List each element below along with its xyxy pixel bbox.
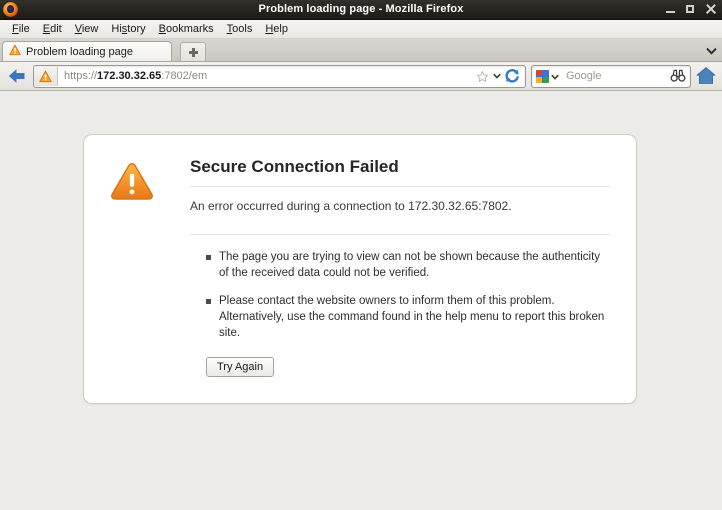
menu-item-file-label-rest: ile [19,23,30,35]
menu-item-tools[interactable]: Tools [221,21,260,37]
home-icon [696,66,716,85]
close-icon[interactable] [705,4,716,15]
menu-item-edit-label-rest: dit [50,23,62,35]
url-path: :7802/em [161,70,207,82]
list-item: Please contact the website owners to inf… [206,293,610,341]
menu-item-file[interactable]: File [6,21,37,37]
back-arrow-icon [7,67,27,85]
tab-strip: Problem loading page [0,39,722,62]
navigation-toolbar: https://172.30.32.65:7802/em [0,62,722,91]
chevron-down-icon [706,47,717,55]
url-scheme: https:// [64,70,97,82]
maximize-icon[interactable] [685,4,696,15]
menu-item-view[interactable]: View [69,21,106,37]
menu-bar: File Edit View History Bookmarks Tools H… [0,20,722,39]
divider-top [190,186,610,187]
plus-icon [189,48,198,57]
binoculars-icon[interactable] [670,69,686,83]
list-item: The page you are trying to view can not … [206,249,610,281]
warning-triangle-icon [9,43,21,61]
search-bar[interactable]: Google [531,65,691,88]
star-icon[interactable] [476,70,489,83]
try-again-button[interactable]: Try Again [206,357,274,377]
error-subtitle: An error occurred during a connection to… [190,198,610,214]
error-card: Secure Connection Failed An error occurr… [83,134,637,404]
menu-item-history[interactable]: History [105,21,152,37]
menu-item-help[interactable]: Help [259,21,295,37]
firefox-window: Problem loading page - Mozilla Firefox F… [0,0,722,510]
chevron-down-icon [551,67,559,85]
all-tabs-button[interactable] [700,40,722,61]
new-tab-button[interactable] [180,42,206,61]
google-icon [536,70,549,83]
search-input[interactable]: Google [562,70,670,82]
tab-problem-loading-page[interactable]: Problem loading page [2,41,172,61]
menu-item-bookmarks[interactable]: Bookmarks [153,21,221,37]
home-button[interactable] [696,66,716,86]
url-input[interactable]: https://172.30.32.65:7802/em [58,70,476,82]
page-content: Secure Connection Failed An error occurr… [0,91,722,510]
warning-triangle-icon [39,70,52,83]
back-button[interactable] [6,65,28,87]
menu-item-view-label-rest: iew [82,23,99,35]
window-title: Problem loading page - Mozilla Firefox [0,0,722,19]
site-identity-button[interactable] [34,67,58,86]
divider-bottom [190,234,610,235]
menu-item-edit[interactable]: Edit [37,21,69,37]
firefox-logo-icon [3,2,18,17]
page-title: Secure Connection Failed [190,157,610,177]
error-bullet-list: The page you are trying to view can not … [190,249,610,341]
error-body: Secure Connection Failed An error occurr… [154,157,610,377]
search-engine-selector[interactable] [532,67,562,85]
title-bar: Problem loading page - Mozilla Firefox [0,0,722,20]
minimize-icon[interactable] [665,4,676,15]
tab-label: Problem loading page [26,46,133,58]
url-bar-actions [476,68,525,85]
window-controls [665,4,716,15]
reload-icon[interactable] [504,68,521,85]
url-bar[interactable]: https://172.30.32.65:7802/em [33,65,526,88]
chevron-down-icon[interactable] [492,70,501,83]
warning-triangle-icon [110,157,154,206]
url-host: 172.30.32.65 [97,70,161,82]
error-header: Secure Connection Failed An error occurr… [110,157,610,377]
